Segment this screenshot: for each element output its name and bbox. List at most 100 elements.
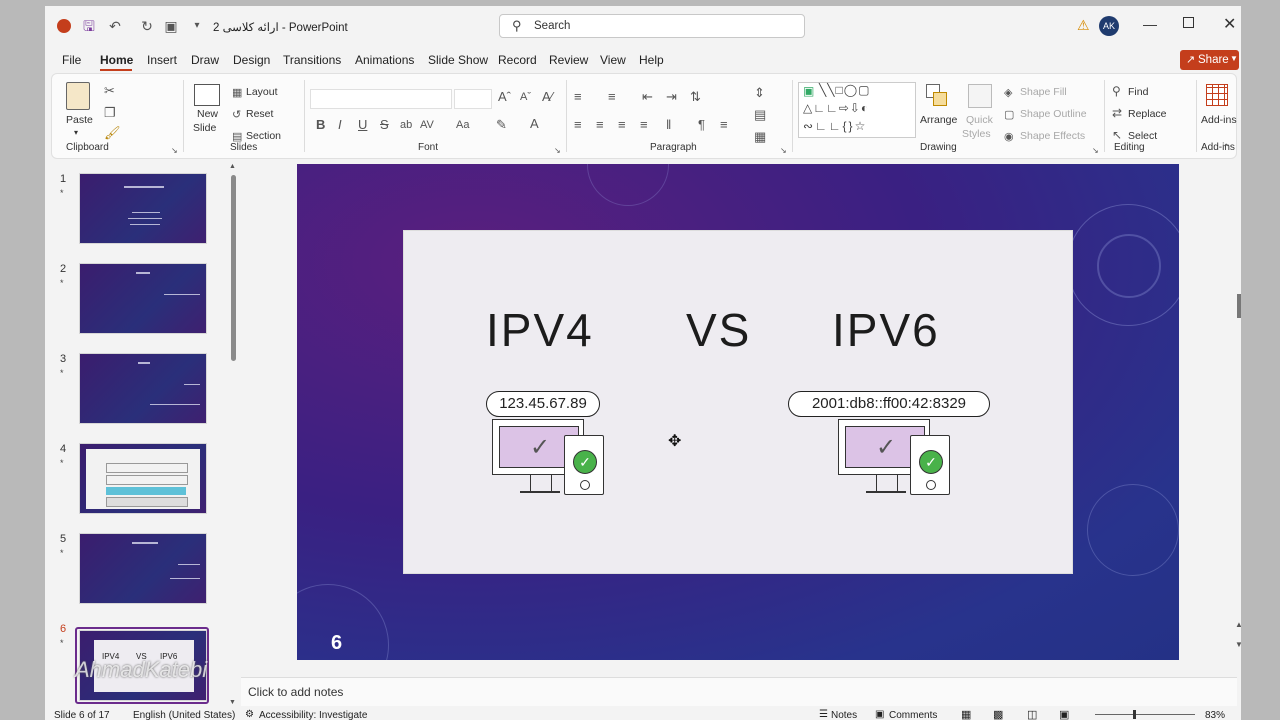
align-left-icon[interactable]: ≡ [574,118,582,132]
slide-thumbnail-3[interactable] [79,353,207,424]
slide-canvas[interactable]: IPV4 VS IPV6 123.45.67.89 2001:db8::ff00… [297,164,1179,660]
columns-icon[interactable]: ‖ [666,118,671,132]
shape-outline-button[interactable]: Shape Outline [1020,108,1087,120]
highlight-icon[interactable]: ✎ [496,118,507,132]
ipv6-title[interactable]: IPV6 [832,303,940,357]
change-case-button[interactable]: Aa [456,118,469,132]
copy-icon[interactable]: ❐ [104,106,116,120]
vertical-scrollbar-thumb[interactable] [1237,294,1241,318]
shadow-icon[interactable]: ab [400,118,412,132]
slide-sorter-icon[interactable]: ▩ [993,708,1003,720]
language[interactable]: English (United States) [133,710,235,720]
computer-icon[interactable]: ✓ ✓ [492,419,610,499]
strikethrough-button[interactable]: S [380,118,389,132]
paste-icon[interactable] [66,82,90,110]
justify-icon[interactable]: ≡ [640,118,648,132]
find-button[interactable]: Find [1128,86,1148,98]
vs-title[interactable]: VS [686,303,751,357]
italic-button[interactable]: I [338,118,342,132]
line-spacing-icon[interactable]: ⇅ [690,90,701,104]
dialog-launcher-icon[interactable]: ↘ [780,144,787,158]
dialog-launcher-icon[interactable]: ↘ [1092,144,1099,158]
add-ins-button[interactable]: Add-ins [1201,114,1237,126]
close-icon[interactable]: ✕ [1223,14,1236,34]
align-right-icon[interactable]: ≡ [618,118,626,132]
shape-effects-button[interactable]: Shape Effects [1020,130,1085,142]
ipv4-address-label[interactable]: 123.45.67.89 [486,391,600,417]
quick-styles-label-1[interactable]: Quick [966,114,993,126]
computer-icon[interactable]: ✓ ✓ [838,419,956,499]
collapse-ribbon-icon[interactable]: ⌃ [1222,142,1230,156]
normal-view-icon[interactable]: ▦ [961,708,971,720]
tab-record[interactable]: Record [498,53,537,67]
numbering-icon[interactable]: ≡ [608,90,616,104]
quick-styles-label-2[interactable]: Styles [962,128,991,140]
restore-icon[interactable] [1183,17,1194,28]
customize-toolbar-icon[interactable]: ▾ [189,18,205,34]
tab-home[interactable]: Home [100,53,133,67]
reset-button[interactable]: Reset [246,108,273,120]
rtl-icon[interactable]: ¶ [698,118,705,132]
redo-icon[interactable]: ↻ [139,18,155,34]
share-button[interactable]: ↗ Share ▼ [1180,50,1239,70]
zoom-slider-thumb[interactable] [1133,710,1136,719]
slide-thumbnail-2[interactable] [79,263,207,334]
new-slide-label-1[interactable]: New [197,108,218,120]
thumb-scrollbar-thumb[interactable] [231,175,236,361]
tab-review[interactable]: Review [549,53,588,67]
comments-button[interactable]: Comments [889,710,937,720]
decrease-indent-icon[interactable]: ⇤ [642,90,653,104]
align-center-icon[interactable]: ≡ [596,118,604,132]
new-slide-label-2[interactable]: Slide [193,122,216,134]
align-text-icon[interactable]: ▤ [754,108,766,122]
notes-button[interactable]: Notes [831,710,857,720]
tab-file[interactable]: File [62,53,81,67]
minimize-icon[interactable]: — [1143,16,1157,32]
decrease-font-icon[interactable]: Aˇ [520,90,531,104]
ipv6-address-label[interactable]: 2001:db8::ff00:42:8329 [788,391,990,417]
accessibility-status[interactable]: Accessibility: Investigate [259,710,367,720]
tab-design[interactable]: Design [233,53,270,67]
zoom-level[interactable]: 83% [1205,710,1225,720]
tab-help[interactable]: Help [639,53,664,67]
layout-icon[interactable]: ▦ [232,86,242,100]
dialog-launcher-icon[interactable]: ↘ [171,144,178,158]
tab-transitions[interactable]: Transitions [283,53,341,67]
slide-thumbnail-5[interactable] [79,533,207,604]
search-box[interactable]: ⚲ Search [499,14,805,38]
paste-button[interactable]: Paste [66,114,93,126]
add-ins-icon[interactable] [1206,84,1228,106]
tab-animations[interactable]: Animations [355,53,414,67]
slide-count[interactable]: Slide 6 of 17 [54,710,110,720]
clear-formatting-icon[interactable]: A⁄ [542,90,553,104]
prev-slide-icon[interactable]: ▼ [1235,640,1241,649]
next-slide-icon[interactable]: ▲ [1235,620,1241,629]
bullets-icon[interactable]: ≡ [574,90,582,104]
dialog-launcher-icon[interactable]: ↘ [554,144,561,158]
shapes-gallery[interactable]: ▣ ╲╲□◯▢ △∟∟⇨⇩◐ ∾∟∟{}☆ [798,82,916,138]
increase-font-icon[interactable]: Aˆ [498,90,511,104]
slideshow-view-icon[interactable]: ▣ [1059,708,1069,720]
quick-styles-icon[interactable] [968,84,992,108]
slide-thumbnail-4[interactable] [79,443,207,514]
reading-view-icon[interactable]: ◫ [1027,708,1037,720]
smartart-icon[interactable]: ▦ [754,130,766,144]
zoom-slider[interactable] [1095,710,1195,719]
underline-button[interactable]: U [358,118,367,132]
slide-thumbnail-1[interactable] [79,173,207,244]
cut-icon[interactable]: ✂ [104,84,115,98]
present-icon[interactable]: ▣ [163,18,179,34]
thumb-scroll-up-icon[interactable]: ▲ [229,163,236,170]
section-button[interactable]: Section [246,130,281,142]
reset-icon[interactable]: ↺ [232,108,241,122]
columns-menu-icon[interactable]: ≡ [720,118,728,132]
notes-pane[interactable]: Click to add notes [241,677,1237,706]
arrange-button[interactable]: Arrange [920,114,957,126]
text-direction-icon[interactable]: ⇕ [754,86,765,100]
tab-view[interactable]: View [600,53,626,67]
ipv4-title[interactable]: IPV4 [486,303,594,357]
thumb-scroll-down-icon[interactable]: ▼ [229,699,236,706]
font-color-icon[interactable]: A [530,117,539,131]
character-spacing-button[interactable]: AV [420,118,434,132]
arrange-icon[interactable] [926,84,947,106]
